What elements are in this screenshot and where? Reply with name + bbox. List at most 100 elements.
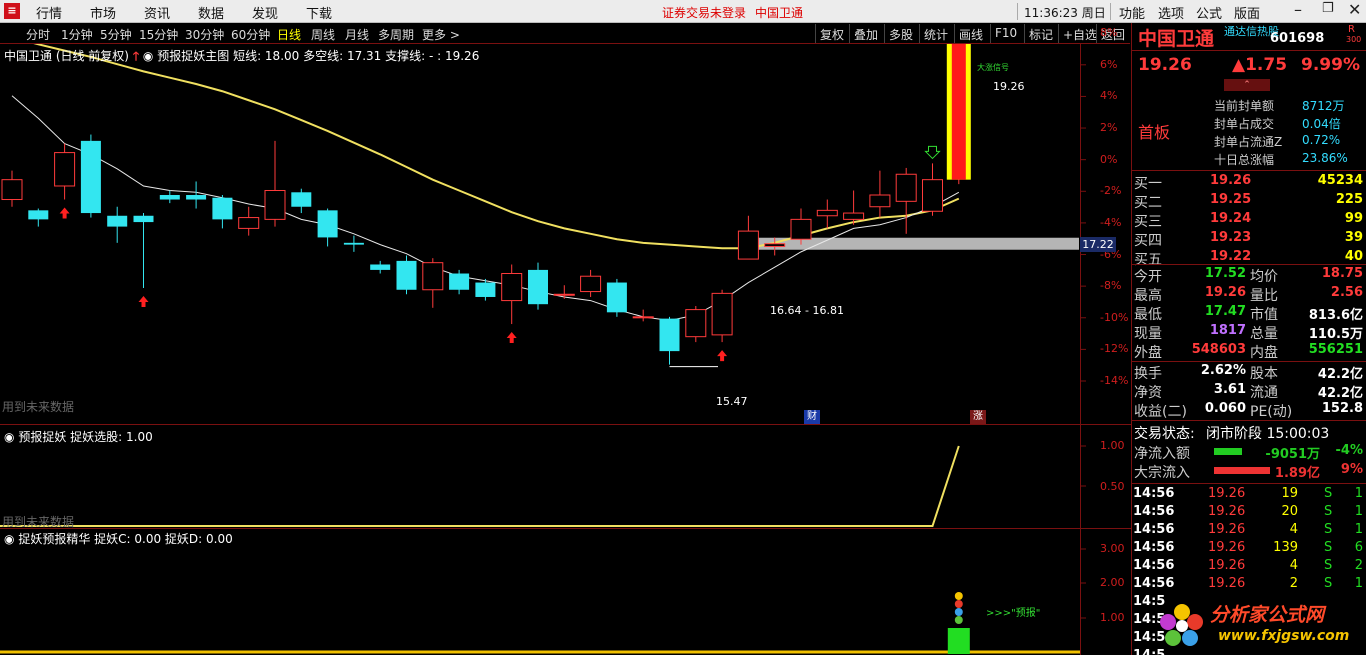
watermark: 分析家公式网 www.fxjgsw.com	[1158, 598, 1363, 653]
tool-duogu[interactable]: 多股	[884, 24, 917, 43]
period-daily[interactable]: 日线	[277, 26, 301, 43]
candle-body-down[interactable]	[528, 269, 548, 305]
support-label: 16.64 - 16.81	[770, 304, 844, 317]
candle-body-down[interactable]	[159, 195, 180, 200]
candle-body-up[interactable]	[895, 173, 917, 202]
candle-body-limit-up-inner	[951, 44, 966, 180]
price-change: ▲1.75	[1232, 55, 1288, 75]
stat-value: 1817	[1209, 323, 1246, 338]
period-30min[interactable]: 30分钟	[185, 26, 224, 43]
menu-item-xuanxiang[interactable]: 选项	[1158, 3, 1184, 22]
kline-chart[interactable]	[0, 44, 1131, 655]
menu-item-faxian[interactable]: 发现	[252, 3, 278, 22]
tool-f10[interactable]: F10	[990, 24, 1021, 43]
restore-icon[interactable]: ❐	[1322, 1, 1334, 16]
app-logo-icon[interactable]: ≡	[4, 3, 20, 19]
candle-body-up[interactable]	[553, 293, 575, 296]
candle-body-down[interactable]	[133, 215, 154, 223]
period-more[interactable]: 更多 >	[422, 26, 460, 43]
candle-body-down[interactable]	[28, 210, 49, 220]
candle-body-up[interactable]	[501, 273, 523, 302]
menu-separator	[1017, 3, 1018, 20]
collapse-icon[interactable]: ◉	[4, 532, 14, 546]
menu-item-gongneng[interactable]: 功能	[1119, 3, 1145, 22]
candle-body-down[interactable]	[186, 195, 207, 200]
candle-body-down[interactable]	[606, 282, 627, 313]
candle-body-up[interactable]	[54, 152, 76, 187]
menu-item-gongshi[interactable]: 公式	[1196, 3, 1222, 22]
indicator-pane-2	[0, 445, 1086, 527]
candle-body-up[interactable]	[422, 262, 444, 291]
candle-body-down[interactable]	[396, 260, 417, 290]
event-zhang-badge[interactable]: 涨	[970, 410, 986, 424]
candle-body-up[interactable]	[764, 243, 786, 247]
pane2-values: 捉妖选股: 1.00	[70, 430, 153, 444]
main-pane-title: 中国卫通 (日线 前复权) 🡑 ◉ 预报捉妖主图 短线: 18.00 多空线: …	[4, 47, 479, 68]
menu-item-shichang[interactable]: 市场	[90, 3, 116, 22]
candle-body-up[interactable]	[737, 230, 759, 260]
candle-body-up[interactable]	[843, 212, 865, 220]
candle-body-down[interactable]	[449, 273, 470, 290]
collapse-icon[interactable]: ◉	[143, 49, 153, 63]
pane3-signal-bar[interactable]	[947, 628, 970, 654]
buy-arrow-icon	[506, 332, 517, 344]
close-icon[interactable]: ✕	[1348, 0, 1361, 19]
candle-body-up[interactable]	[711, 292, 733, 336]
menu-item-hangqing[interactable]: 行情	[36, 3, 62, 22]
login-notice[interactable]: 证券交易未登录	[662, 4, 746, 21]
candle-body-down[interactable]	[659, 318, 680, 352]
tick-side: S	[1324, 504, 1333, 519]
indicator-name[interactable]: 预报捉妖主图	[157, 49, 229, 63]
candle-body-up[interactable]	[264, 189, 286, 220]
candle-body-down[interactable]	[343, 242, 364, 245]
candle-body-up[interactable]	[238, 217, 260, 229]
collapse-icon[interactable]: ◉	[4, 430, 14, 444]
candle-body-up[interactable]	[922, 179, 943, 212]
candle-body-down[interactable]	[80, 140, 101, 214]
pane3-title: ◉ 捉妖预报精华 捉妖C: 0.00 捉妖D: 0.00	[4, 530, 233, 547]
period-multi[interactable]: 多周期	[378, 26, 414, 43]
period-weekly[interactable]: 周线	[311, 26, 335, 43]
candle-body-up[interactable]	[685, 309, 707, 338]
minimize-icon[interactable]: –	[1294, 0, 1302, 19]
period-fenshi[interactable]: 分时	[26, 26, 50, 43]
menu-item-xiazai[interactable]: 下载	[306, 3, 332, 22]
stat-label: 均价	[1250, 269, 1278, 285]
candle-body-down[interactable]	[107, 215, 128, 227]
period-monthly[interactable]: 月线	[345, 26, 369, 43]
notice-stock[interactable]: 中国卫通	[755, 4, 803, 21]
expand-chevron-icon[interactable]: ⌃	[1224, 79, 1270, 91]
tick-side: S	[1324, 522, 1333, 537]
candle-body-up[interactable]	[816, 209, 838, 217]
candle-body-up[interactable]	[790, 218, 812, 240]
period-60min[interactable]: 60分钟	[231, 26, 270, 43]
tick-time: 14:56	[1133, 504, 1175, 519]
pane3-name[interactable]: 捉妖预报精华	[18, 532, 90, 546]
candle-body-up[interactable]	[632, 316, 654, 319]
menu-item-banmian[interactable]: 版面	[1234, 3, 1260, 22]
candle-body-down[interactable]	[475, 282, 496, 297]
menu-item-shuju[interactable]: 数据	[198, 3, 224, 22]
pane-divider[interactable]	[0, 528, 1131, 529]
period-15min[interactable]: 15分钟	[139, 26, 178, 43]
candle-body-up[interactable]	[869, 194, 891, 208]
tool-add-watchlist[interactable]: +自选	[1058, 24, 1101, 43]
candle-body-down[interactable]	[291, 192, 312, 207]
candle-body-up[interactable]	[580, 275, 602, 293]
event-cai-badge[interactable]: 财	[804, 410, 820, 424]
seal-value: 23.86%	[1302, 151, 1348, 165]
tool-biaoji[interactable]: 标记	[1024, 24, 1057, 43]
pane2-name[interactable]: 预报捉妖	[18, 430, 66, 444]
tool-fuquan[interactable]: 复权	[815, 24, 848, 43]
menu-item-zixun[interactable]: 资讯	[144, 3, 170, 22]
period-5min[interactable]: 5分钟	[100, 26, 132, 43]
candle-body-down[interactable]	[370, 264, 391, 270]
candle-body-up[interactable]	[1, 179, 23, 201]
candle-body-down[interactable]	[212, 197, 233, 220]
pane-divider[interactable]	[0, 424, 1131, 425]
tool-diejia[interactable]: 叠加	[849, 24, 882, 43]
tool-huaxian[interactable]: 画线	[954, 24, 987, 43]
tool-tongji[interactable]: 统计	[919, 24, 952, 43]
period-1min[interactable]: 1分钟	[61, 26, 93, 43]
candle-body-down[interactable]	[317, 210, 338, 238]
